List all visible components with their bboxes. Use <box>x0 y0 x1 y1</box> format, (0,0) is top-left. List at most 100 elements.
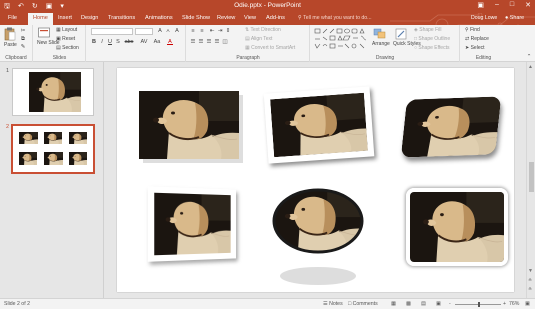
tab-add-ins[interactable]: Add-ins <box>266 15 285 21</box>
share-button[interactable]: ● Share <box>505 15 524 21</box>
shape-outline-label: Shape Outline <box>418 36 451 42</box>
char-spacing-button[interactable]: AV <box>139 39 149 45</box>
vertical-scrollbar[interactable]: ▲ ▼ ≙ ≚ <box>526 62 535 298</box>
align-text-button[interactable]: ▤ Align Text <box>245 36 272 42</box>
replace-button[interactable]: ⇄ Replace <box>465 36 489 42</box>
strikethrough-button[interactable]: abc <box>123 39 135 45</box>
clear-format-icon[interactable]: A <box>174 28 180 34</box>
shape-fill-button[interactable]: ◈ Shape Fill <box>414 27 441 33</box>
font-size-box[interactable] <box>135 28 153 35</box>
shadow-button[interactable]: S <box>115 39 121 45</box>
bullets-icon[interactable]: ≡ <box>190 28 196 34</box>
grow-font-icon[interactable]: A <box>157 28 163 34</box>
user-name[interactable]: Doug Lowe <box>471 15 497 21</box>
slide-thumbnail-2[interactable] <box>11 124 95 174</box>
bold-button[interactable]: B <box>91 39 97 45</box>
arrange-button[interactable]: Arrange <box>372 41 390 47</box>
align-left-icon[interactable]: ☰ <box>190 39 196 45</box>
layout-button[interactable]: ▦ Layout <box>56 27 77 33</box>
tab-transitions[interactable]: Transitions <box>108 15 135 21</box>
minimize-icon[interactable]: – <box>495 1 499 9</box>
decrease-indent-icon[interactable]: ⇤ <box>209 28 215 34</box>
photo-simple-shadow[interactable] <box>139 91 243 163</box>
tab-insert[interactable]: Insert <box>58 15 72 21</box>
format-painter-icon[interactable]: ✎ <box>20 44 26 50</box>
zoom-level[interactable]: 76% <box>509 301 519 307</box>
align-center-icon[interactable]: ☰ <box>198 39 204 45</box>
select-button[interactable]: ➤ Select <box>465 45 485 51</box>
photo-white-frame-tilted[interactable] <box>263 86 375 164</box>
notes-button[interactable]: ☰ Notes <box>323 301 343 307</box>
change-case-button[interactable]: Aa <box>152 39 162 45</box>
text-direction-label: Text Direction <box>250 27 281 33</box>
smartart-button[interactable]: ▦ Convert to SmartArt <box>245 45 295 51</box>
editing-group: ⚲ Find ⇄ Replace ➤ Select Editing <box>461 25 506 62</box>
font-color-button[interactable]: A <box>167 39 173 45</box>
slide-info: Slide 2 of 2 <box>4 301 30 307</box>
numbering-icon[interactable]: ≡ <box>199 28 205 34</box>
thumbnail-dog-photo <box>29 72 81 112</box>
copy-icon[interactable]: ⧉ <box>20 36 26 42</box>
maximize-icon[interactable]: □ <box>510 1 514 9</box>
replace-icon: ⇄ <box>465 36 470 42</box>
justify-icon[interactable]: ☰ <box>214 39 220 45</box>
find-button[interactable]: ⚲ Find <box>465 27 480 33</box>
paste-icon[interactable] <box>4 27 16 41</box>
ribbon-display-icon[interactable]: ▣ <box>477 1 484 9</box>
tab-design[interactable]: Design <box>81 15 98 21</box>
dog-photo <box>400 96 502 158</box>
paste-button[interactable]: Paste <box>4 42 17 48</box>
tab-slide-show[interactable]: Slide Show <box>182 15 210 21</box>
tab-home[interactable]: Home <box>28 13 53 25</box>
shapes-gallery[interactable] <box>314 27 370 51</box>
photo-white-frame-perspective[interactable] <box>147 186 237 262</box>
arrange-icon[interactable] <box>373 28 387 40</box>
fill-icon: ◈ <box>414 27 418 33</box>
increase-indent-icon[interactable]: ⇥ <box>217 28 223 34</box>
font-name-box[interactable] <box>91 28 133 35</box>
slide-thumbnail-1[interactable] <box>12 68 94 116</box>
zoom-slider-knob[interactable] <box>478 302 480 307</box>
previous-slide-icon[interactable]: ≙ <box>528 278 532 284</box>
outline-icon: □ <box>414 36 418 42</box>
next-slide-icon[interactable]: ≚ <box>528 287 532 293</box>
new-slide-icon[interactable] <box>38 27 50 39</box>
editing-label: Editing <box>475 55 492 61</box>
tell-me-search[interactable]: ⚲ Tell me what you want to do... <box>298 15 372 21</box>
tab-animations[interactable]: Animations <box>145 15 173 21</box>
shape-effects-button[interactable]: ○ Shape Effects <box>414 45 449 51</box>
slide-sorter-icon[interactable]: ▩ <box>406 301 411 307</box>
photo-oval-reflection[interactable] <box>272 188 364 288</box>
scroll-down-icon[interactable]: ▼ <box>528 268 533 274</box>
tab-file[interactable]: File <box>8 15 17 21</box>
tab-view[interactable]: View <box>244 15 256 21</box>
slideshow-view-icon[interactable]: ▣ <box>436 301 441 307</box>
normal-view-icon[interactable]: ▦ <box>391 301 396 307</box>
scrollbar-thumb[interactable] <box>529 162 534 192</box>
current-slide[interactable] <box>117 68 514 292</box>
photo-rounded-white-border[interactable] <box>406 188 508 266</box>
reading-view-icon[interactable]: ▤ <box>421 301 426 307</box>
reset-button[interactable]: ▣ Reset <box>56 36 75 42</box>
collapse-ribbon-icon[interactable]: ⌃ <box>526 54 532 60</box>
close-icon[interactable]: ✕ <box>525 1 531 9</box>
quick-styles-icon[interactable] <box>395 28 407 40</box>
zoom-out-button[interactable]: - <box>449 301 451 307</box>
replace-label: Replace <box>470 36 489 42</box>
columns-icon[interactable]: ◫ <box>222 39 228 45</box>
text-direction-button[interactable]: ⇅ Text Direction <box>245 27 281 33</box>
zoom-in-button[interactable]: + <box>503 301 506 307</box>
scroll-up-icon[interactable]: ▲ <box>528 64 533 70</box>
shape-outline-button[interactable]: □ Shape Outline <box>414 36 450 42</box>
fit-to-window-icon[interactable]: ▣ <box>525 301 530 307</box>
section-button[interactable]: ▤ Section <box>56 45 79 51</box>
comments-button[interactable]: □ Comments <box>348 301 378 307</box>
photo-rounded-perspective[interactable] <box>400 96 502 158</box>
tab-review[interactable]: Review <box>217 15 235 21</box>
underline-button[interactable]: U <box>107 39 113 45</box>
line-spacing-icon[interactable]: ⇕ <box>225 28 231 34</box>
italic-button[interactable]: I <box>99 39 105 45</box>
align-right-icon[interactable]: ☰ <box>206 39 212 45</box>
cut-icon[interactable]: ✂ <box>20 28 26 34</box>
shrink-font-icon[interactable]: A <box>165 28 171 34</box>
